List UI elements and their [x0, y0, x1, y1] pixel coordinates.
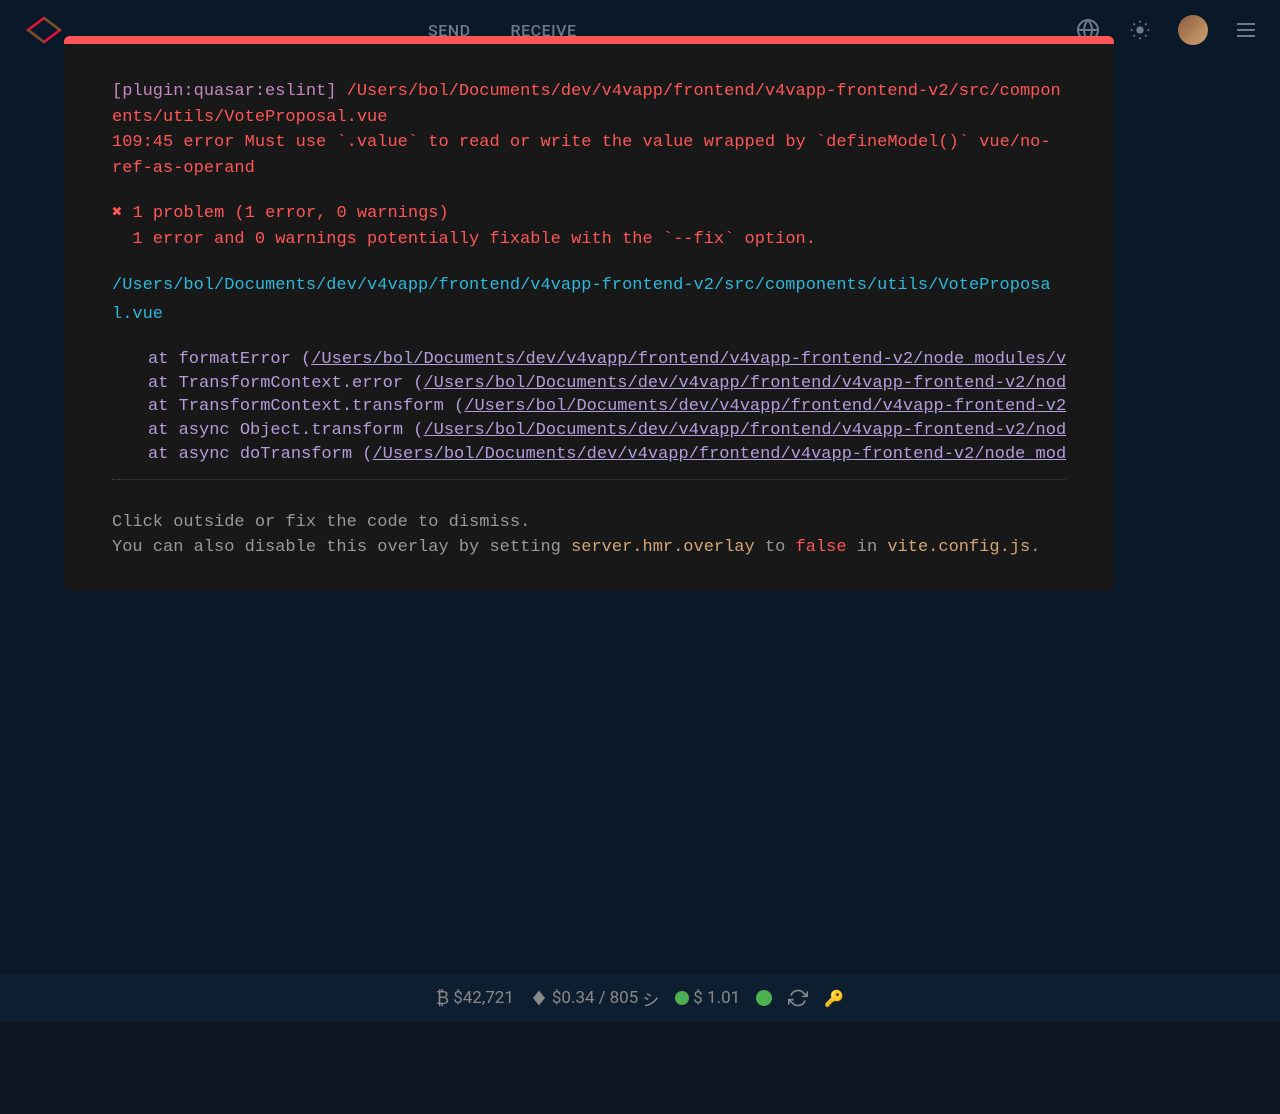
- hive-icon: [530, 989, 548, 1007]
- status-indicator: [756, 990, 772, 1006]
- theme-toggle-button[interactable]: [1126, 16, 1154, 44]
- error-content: [plugin:quasar:eslint] /Users/bol/Docume…: [64, 44, 1114, 591]
- sats-symbol: シ: [642, 986, 659, 1011]
- stack-path-link[interactable]: /Users/bol/Documents/dev/v4vapp/frontend…: [311, 350, 1066, 369]
- hbd-icon: [675, 991, 689, 1005]
- error-accent-bar: [64, 36, 1114, 44]
- key-button[interactable]: 🔑: [824, 989, 844, 1008]
- stack-path-link[interactable]: /Users/bol/Documents/dev/v4vapp/frontend…: [423, 374, 1066, 393]
- stack-path-link[interactable]: /Users/bol/Documents/dev/v4vapp/frontend…: [423, 421, 1066, 440]
- bottom-spacer: [0, 1022, 1280, 1114]
- stack-line: at formatError (/Users/bol/Documents/dev…: [112, 348, 1066, 372]
- code-vite-config: vite.config.js: [887, 538, 1030, 557]
- code-false: false: [796, 538, 847, 557]
- key-icon: 🔑: [824, 989, 844, 1008]
- error-summary: ✖ 1 problem (1 error, 0 warnings) 1 erro…: [112, 201, 1066, 252]
- summary-cross-icon: ✖: [112, 204, 122, 223]
- user-avatar[interactable]: [1178, 15, 1208, 45]
- refresh-button[interactable]: [788, 988, 808, 1008]
- bitcoin-icon: ₿: [436, 988, 449, 1009]
- error-message: [plugin:quasar:eslint] /Users/bol/Docume…: [112, 79, 1066, 181]
- code-hmr-overlay: server.hmr.overlay: [571, 538, 755, 557]
- menu-icon: [1234, 18, 1258, 42]
- logo-icon: [20, 14, 68, 46]
- stack-path-link[interactable]: /Users/bol/Documents/dev/v4vapp/frontend…: [372, 445, 1066, 464]
- hive-price: $0.34 / 805 シ: [530, 986, 659, 1011]
- stack-path-link[interactable]: /Users/bol/Documents/dev/v4vapp/frontend…: [464, 397, 1066, 416]
- refresh-icon: [788, 988, 808, 1008]
- error-detail-line: 109:45 error Must use `.value` to read o…: [112, 133, 1051, 178]
- stack-line: at TransformContext.transform (/Users/bo…: [112, 395, 1066, 419]
- light-mode-icon: [1129, 19, 1151, 41]
- hbd-price: $ 1.01: [675, 988, 740, 1008]
- vite-error-overlay[interactable]: [plugin:quasar:eslint] /Users/bol/Docume…: [64, 36, 1114, 591]
- stack-trace: at formatError (/Users/bol/Documents/dev…: [112, 348, 1066, 480]
- dismiss-tip: Click outside or fix the code to dismiss…: [112, 510, 1066, 561]
- app-logo[interactable]: [20, 10, 68, 50]
- plugin-tag: [plugin:quasar:eslint]: [112, 82, 336, 101]
- stack-line: at TransformContext.error (/Users/bol/Do…: [112, 372, 1066, 396]
- stack-line: at async doTransform (/Users/bol/Documen…: [112, 443, 1066, 467]
- status-footer: ₿ $42,721 $0.34 / 805 シ $ 1.01 🔑: [0, 974, 1280, 1022]
- error-file-link[interactable]: /Users/bol/Documents/dev/v4vapp/frontend…: [112, 272, 1066, 330]
- btc-price: ₿ $42,721: [436, 988, 514, 1009]
- menu-button[interactable]: [1232, 16, 1260, 44]
- stack-line: at async Object.transform (/Users/bol/Do…: [112, 419, 1066, 443]
